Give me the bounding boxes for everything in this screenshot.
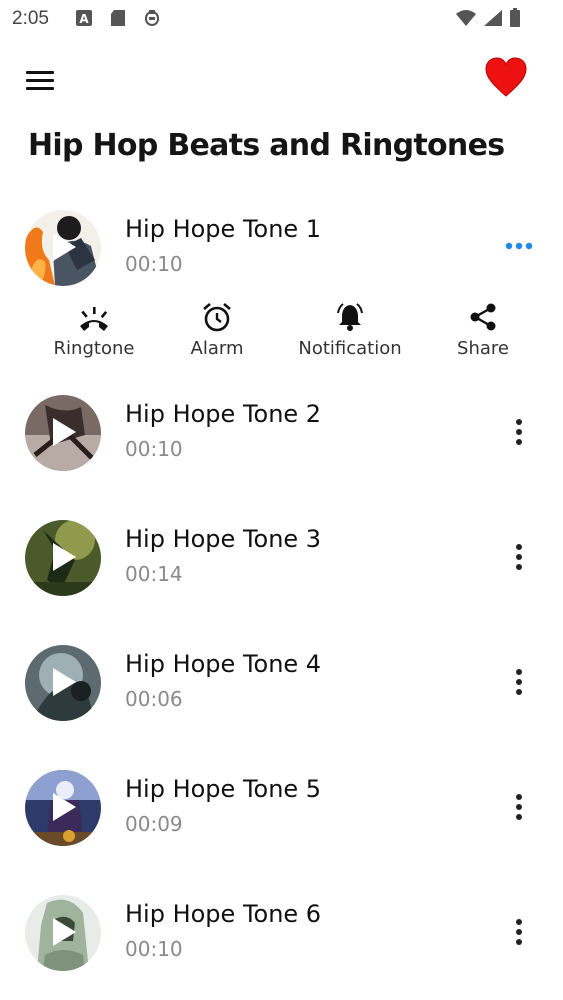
tone-title: Hip Hope Tone 4	[125, 650, 322, 678]
more-options-button[interactable]	[504, 538, 534, 578]
tone-row-2[interactable]: Hip Hope Tone 2 00:10	[0, 385, 563, 485]
play-icon	[53, 543, 76, 571]
play-icon	[53, 418, 76, 446]
tone-row-5[interactable]: Hip Hope Tone 5 00:09	[0, 760, 563, 860]
status-time: 2:05	[12, 8, 49, 29]
tone-title: Hip Hope Tone 2	[125, 400, 322, 428]
more-vertical-icon	[516, 794, 522, 820]
page-title: Hip Hop Beats and Ringtones	[28, 128, 505, 163]
menu-button[interactable]	[24, 68, 64, 98]
set-ringtone-button[interactable]: Ringtone	[24, 300, 164, 362]
tone-title: Hip Hope Tone 6	[125, 900, 322, 928]
status-left-icons: A	[76, 9, 160, 31]
action-label: Ringtone	[53, 338, 135, 359]
tone-duration: 00:10	[125, 937, 183, 961]
tone-duration: 00:10	[125, 437, 183, 461]
accessibility-icon	[144, 9, 160, 31]
more-vertical-icon	[516, 919, 522, 945]
app-notification-icon: A	[76, 9, 92, 31]
favorites-button[interactable]	[484, 56, 534, 106]
alarm-clock-icon	[203, 303, 231, 332]
more-options-button[interactable]	[504, 913, 534, 953]
phone-ring-icon	[80, 307, 108, 331]
more-options-button[interactable]	[504, 663, 534, 703]
more-vertical-icon	[516, 544, 522, 570]
tone-duration: 00:06	[125, 687, 183, 711]
signal-icon	[483, 9, 503, 31]
more-horizontal-icon	[505, 242, 533, 250]
tone-thumbnail[interactable]	[25, 770, 101, 846]
more-options-button[interactable]	[504, 788, 534, 828]
play-icon	[53, 668, 76, 696]
tone-duration: 00:10	[125, 252, 183, 276]
tone-thumbnail[interactable]	[25, 645, 101, 721]
more-options-button[interactable]	[504, 413, 534, 453]
play-icon	[53, 793, 76, 821]
tone-row-6[interactable]: Hip Hope Tone 6 00:10	[0, 885, 563, 985]
hamburger-menu-icon	[26, 71, 54, 90]
tone-row-1[interactable]: Hip Hope Tone 1 00:10	[0, 200, 563, 300]
tone-row-4[interactable]: Hip Hope Tone 4 00:06	[0, 635, 563, 735]
tone-title: Hip Hope Tone 3	[125, 525, 322, 553]
action-label: Share	[457, 338, 509, 359]
tone-row-3[interactable]: Hip Hope Tone 3 00:14	[0, 510, 563, 610]
set-notification-button[interactable]: Notification	[280, 300, 420, 362]
tone-thumbnail[interactable]	[25, 395, 101, 471]
tone-actions-bar: Ringtone Alarm Notification Share	[0, 300, 563, 364]
battery-icon	[509, 8, 521, 32]
tone-duration: 00:09	[125, 812, 183, 836]
tone-thumbnail[interactable]	[25, 210, 101, 286]
action-label: Notification	[298, 338, 402, 359]
action-label: Alarm	[190, 338, 244, 359]
play-icon	[53, 918, 76, 946]
heart-icon	[485, 57, 527, 97]
more-options-button[interactable]	[500, 236, 538, 256]
bell-icon	[337, 303, 363, 331]
tone-title: Hip Hope Tone 1	[125, 215, 322, 243]
sd-card-icon	[110, 9, 126, 31]
set-alarm-button[interactable]: Alarm	[147, 300, 287, 362]
tone-title: Hip Hope Tone 5	[125, 775, 322, 803]
more-vertical-icon	[516, 419, 522, 445]
play-icon	[53, 233, 76, 261]
wifi-icon	[455, 9, 477, 31]
svg-text:A: A	[79, 12, 89, 26]
app-bar	[0, 50, 563, 110]
tone-thumbnail[interactable]	[25, 895, 101, 971]
status-bar: 2:05 A	[0, 0, 563, 38]
share-button[interactable]: Share	[413, 300, 553, 362]
tone-thumbnail[interactable]	[25, 520, 101, 596]
status-right-icons	[455, 8, 521, 32]
share-icon	[470, 303, 496, 331]
tone-duration: 00:14	[125, 562, 183, 586]
more-vertical-icon	[516, 669, 522, 695]
